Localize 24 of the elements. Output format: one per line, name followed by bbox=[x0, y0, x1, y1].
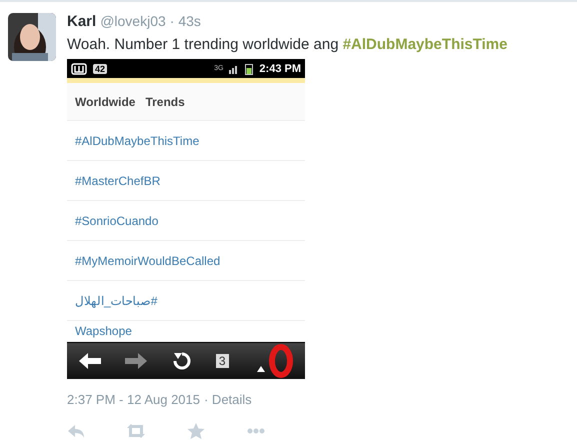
user-name[interactable]: Karl bbox=[67, 13, 96, 30]
trend-link[interactable]: صباحات_الهلال# bbox=[67, 281, 305, 322]
signal-icon bbox=[229, 64, 240, 74]
tweet-age: · 43s bbox=[170, 13, 201, 29]
battery-icon bbox=[245, 62, 254, 75]
trend-link[interactable]: #SonrioCuando bbox=[67, 201, 305, 242]
avatar[interactable] bbox=[8, 13, 56, 61]
app-icon bbox=[71, 62, 87, 75]
reload-icon[interactable] bbox=[172, 351, 192, 372]
forward-arrow-icon[interactable] bbox=[125, 353, 148, 370]
hashtag-link[interactable]: #AlDubMaybeThisTime bbox=[342, 36, 508, 53]
details-link[interactable]: · Details bbox=[204, 392, 252, 407]
trend-link[interactable]: #MasterChefBR bbox=[67, 161, 305, 202]
tab-count[interactable]: 3 bbox=[216, 354, 229, 368]
user-handle: @lovekj03 bbox=[100, 13, 166, 29]
trend-link[interactable]: #MyMemoirWouldBeCalled bbox=[67, 241, 305, 282]
trends-heading: Worldwide Trends bbox=[67, 83, 305, 122]
back-arrow-icon[interactable] bbox=[79, 353, 102, 370]
status-time: 2:43 PM bbox=[259, 62, 301, 75]
notification-count: 42 bbox=[93, 64, 108, 74]
trend-link[interactable]: #AlDubMaybeThisTime bbox=[67, 121, 305, 162]
timestamp: 2:37 PM - 12 Aug 2015 bbox=[67, 392, 200, 407]
favorite-star-icon[interactable] bbox=[187, 423, 205, 439]
tweet-text: Woah. Number 1 trending worldwide ang #AlDubMaybeThisTime bbox=[67, 36, 508, 53]
